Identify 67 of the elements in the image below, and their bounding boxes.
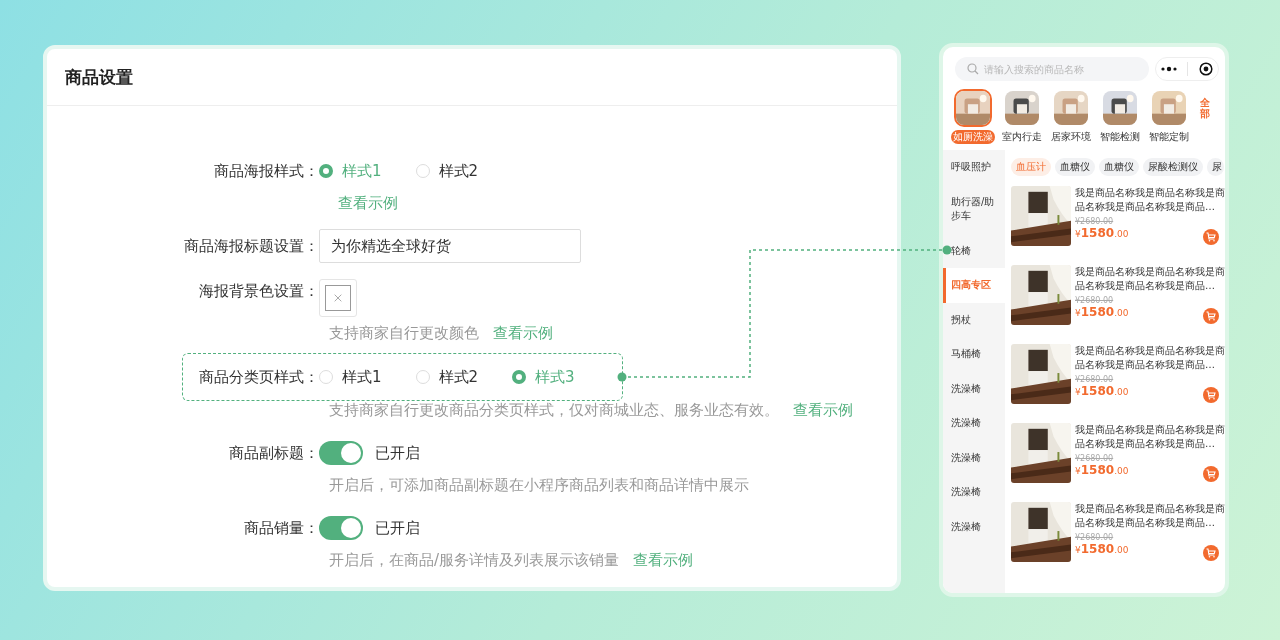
- product-price: ¥1580.00: [1075, 463, 1129, 477]
- close-target-icon[interactable]: [1198, 62, 1213, 76]
- search-icon: [967, 63, 979, 75]
- cart-icon: [1206, 548, 1216, 558]
- radio-option[interactable]: 样式1: [319, 367, 382, 387]
- cart-icon: [1206, 311, 1216, 321]
- category-tab[interactable]: 智能检测: [1098, 130, 1142, 144]
- category-tab[interactable]: 智能定制: [1147, 130, 1191, 144]
- cart-icon: [1206, 469, 1216, 479]
- sidebar-item[interactable]: 洗澡椅: [943, 440, 1005, 475]
- sidebar-item[interactable]: 马桶椅: [943, 337, 1005, 372]
- product-name: 我是商品名称我是商品名称我是商品名称我是商品名称我是商品…: [1075, 502, 1225, 530]
- product-price: ¥1580.00: [1075, 542, 1129, 556]
- filter-chip[interactable]: 血糖仪: [1055, 158, 1095, 176]
- sidebar-item[interactable]: 拐杖: [943, 302, 1005, 337]
- filter-chip[interactable]: 血糖仪: [1099, 158, 1139, 176]
- filter-chip[interactable]: 尿酸检测仪: [1143, 158, 1203, 176]
- product-name: 我是商品名称我是商品名称我是商品名称我是商品名称我是商品…: [1075, 344, 1225, 372]
- toggle-switch[interactable]: [319, 441, 363, 465]
- original-price: ¥2680.00: [1075, 375, 1114, 384]
- switch-status: 已开启: [375, 443, 420, 463]
- sidebar-item[interactable]: 洗澡椅: [943, 509, 1005, 544]
- sidebar-item[interactable]: 助行器/助步车: [943, 184, 1005, 234]
- field-label: 商品海报样式：: [213, 161, 319, 181]
- card-title: 商品设置: [65, 65, 133, 89]
- product-name: 我是商品名称我是商品名称我是商品名称我是商品名称我是商品…: [1075, 186, 1225, 214]
- sidebar-item[interactable]: 洗澡椅: [943, 475, 1005, 510]
- filter-chip[interactable]: 尿: [1207, 158, 1224, 176]
- help-text: 支持商家自行更改商品分类页样式，仅对商城业态、服务业态有效。: [329, 400, 779, 420]
- help-text: 开启后，可添加商品副标题在小程序商品列表和商品详情中展示: [329, 475, 749, 495]
- category-tab[interactable]: 室内行走: [1000, 130, 1044, 144]
- help-text: 开启后，在商品/服务详情及列表展示该销量: [329, 550, 620, 570]
- sidebar-item[interactable]: 洗澡椅: [943, 371, 1005, 406]
- field-label: 海报背景色设置：: [198, 281, 319, 301]
- sidebar-item[interactable]: 呼吸照护: [943, 150, 1005, 185]
- cart-icon: [1206, 390, 1216, 400]
- cart-button[interactable]: [1203, 229, 1219, 245]
- cart-button[interactable]: [1203, 387, 1219, 403]
- original-price: ¥2680.00: [1075, 296, 1114, 305]
- category-tab[interactable]: 居家环境: [1049, 130, 1093, 144]
- product-name: 我是商品名称我是商品名称我是商品名称我是商品名称我是商品…: [1075, 265, 1225, 293]
- product-name: 我是商品名称我是商品名称我是商品名称我是商品名称我是商品…: [1075, 423, 1225, 451]
- cart-button[interactable]: [1203, 308, 1219, 324]
- field-label: 商品分类页样式：: [198, 367, 319, 387]
- product-price: ¥1580.00: [1075, 384, 1129, 398]
- radio-option[interactable]: 样式2: [415, 161, 479, 181]
- help-text: 支持商家自行更改颜色: [329, 323, 479, 343]
- original-price: ¥2680.00: [1075, 533, 1114, 542]
- color-picker[interactable]: [319, 279, 357, 317]
- title-input[interactable]: 为你精选全球好货: [319, 229, 581, 263]
- field-label: 商品海报标题设置：: [183, 236, 319, 256]
- empty-color-icon: [325, 285, 351, 311]
- product-price: ¥1580.00: [1075, 226, 1129, 240]
- original-price: ¥2680.00: [1075, 217, 1114, 226]
- field-label: 商品销量：: [243, 518, 319, 538]
- product-price: ¥1580.00: [1075, 305, 1129, 319]
- cart-button[interactable]: [1203, 466, 1219, 482]
- sidebar-item[interactable]: 洗澡椅: [943, 406, 1005, 441]
- sidebar-item[interactable]: 轮椅: [943, 233, 1005, 268]
- cart-icon: [1206, 232, 1216, 242]
- field-label: 商品副标题：: [228, 443, 319, 463]
- radio-option[interactable]: 样式2: [415, 367, 479, 387]
- cart-button[interactable]: [1203, 545, 1219, 561]
- toggle-switch[interactable]: [319, 516, 363, 540]
- original-price: ¥2680.00: [1075, 454, 1114, 463]
- more-icon[interactable]: [1161, 66, 1178, 72]
- switch-status: 已开启: [375, 518, 420, 538]
